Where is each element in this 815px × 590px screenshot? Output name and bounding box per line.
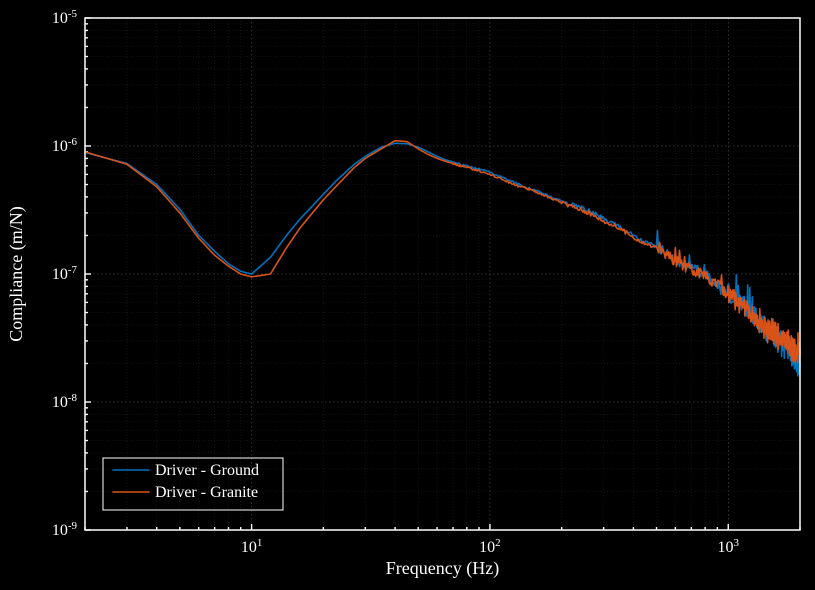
chart-root: 101 102 103 10-9 10-8 10-7 10-6 10-5 Frequency … bbox=[0, 0, 815, 590]
y-axis-label: Compliance (m/N) bbox=[6, 206, 27, 341]
svg-text:10-8: 10-8 bbox=[52, 392, 78, 411]
x-axis-label: Frequency (Hz) bbox=[386, 558, 499, 579]
svg-text:101: 101 bbox=[241, 537, 262, 556]
svg-text:10-9: 10-9 bbox=[52, 520, 78, 539]
chart-svg: 101 102 103 10-9 10-8 10-7 10-6 10-5 Frequency … bbox=[0, 0, 815, 590]
svg-text:103: 103 bbox=[718, 537, 740, 556]
series-1 bbox=[85, 141, 800, 363]
legend-entry-1: Driver - Granite bbox=[155, 484, 258, 501]
legend-entry-0: Driver - Ground bbox=[155, 462, 259, 479]
svg-text:102: 102 bbox=[479, 537, 501, 556]
svg-text:10-6: 10-6 bbox=[52, 136, 78, 155]
legend: Driver - Ground Driver - Granite bbox=[103, 458, 283, 510]
svg-text:10-7: 10-7 bbox=[52, 264, 78, 283]
svg-text:10-5: 10-5 bbox=[52, 8, 78, 27]
